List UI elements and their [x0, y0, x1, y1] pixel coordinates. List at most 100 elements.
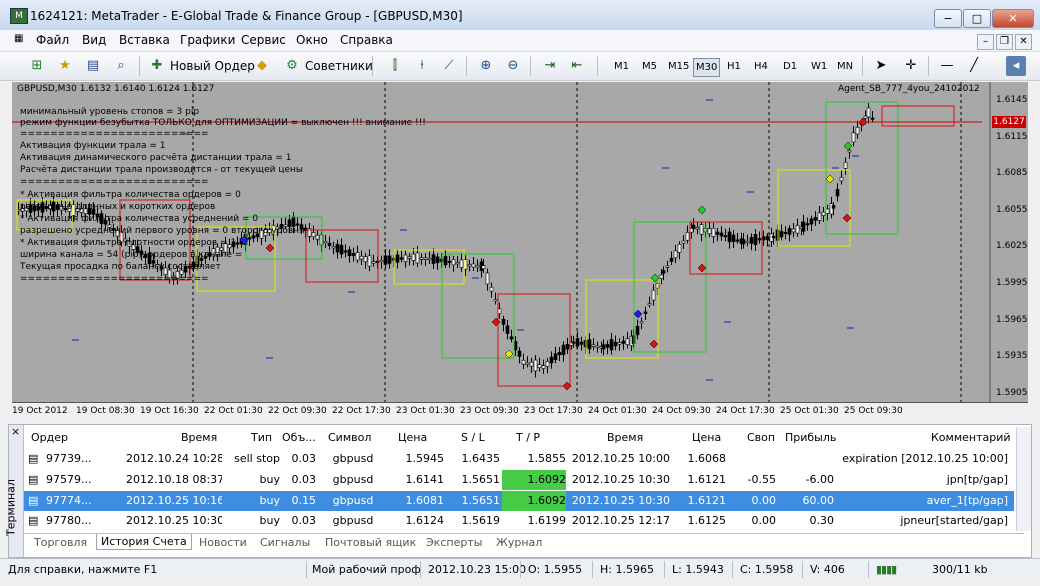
- candle-body: [565, 344, 570, 350]
- trendline-icon[interactable]: ╱: [964, 56, 984, 76]
- col-close-time[interactable]: Время: [607, 428, 643, 448]
- close-button[interactable]: ✕: [992, 9, 1034, 28]
- market-watch-icon[interactable]: ▤: [83, 56, 103, 76]
- candle-body: [363, 256, 368, 263]
- metatrader-app-icon: M: [10, 8, 28, 24]
- history-row-selected[interactable]: ▤ 97774... 2012.10.25 10:16 buy 0.15 gbp…: [24, 491, 1014, 511]
- horizontal-line-icon[interactable]: —: [937, 56, 957, 76]
- bar-chart-icon[interactable]: ⫿: [385, 56, 405, 76]
- candle-body: [355, 252, 360, 261]
- ea-comment-line: минимальный уровень стопов = 3 pip: [20, 107, 200, 117]
- alerts-icon[interactable]: ◂: [1006, 56, 1026, 76]
- order-cell: 97579...: [46, 473, 92, 486]
- expert-advisor-name: Agent_SB_777_4you_24102012: [838, 84, 980, 94]
- tab-mailbox[interactable]: Почтовый ящик: [325, 536, 416, 549]
- menu-window[interactable]: Окно: [296, 33, 328, 47]
- col-close-price[interactable]: Цена: [692, 428, 721, 448]
- candle-body: [783, 231, 788, 235]
- timeframe-mn[interactable]: MN: [835, 58, 855, 75]
- trade-arrow-marker: [265, 243, 275, 253]
- timeframe-m5[interactable]: M5: [640, 58, 659, 75]
- mdi-restore-button[interactable]: ❐: [996, 34, 1013, 50]
- col-tp[interactable]: T / P: [516, 428, 540, 448]
- line-chart-icon[interactable]: ⟋: [439, 56, 459, 76]
- tab-trade[interactable]: Торговля: [34, 536, 87, 549]
- history-row[interactable]: ▤ 97579... 2012.10.18 08:37 buy 0.03 gbp…: [24, 470, 1014, 490]
- terminal-scrollbar[interactable]: [1016, 427, 1031, 531]
- navigator-icon[interactable]: ⌕: [111, 56, 131, 76]
- col-comment[interactable]: Комментарий: [931, 428, 1011, 448]
- profit-cell: -6.00: [805, 473, 834, 486]
- terminal-close-button[interactable]: ×: [11, 425, 20, 438]
- maximize-button[interactable]: □: [963, 9, 991, 28]
- timeframe-d1[interactable]: D1: [781, 58, 799, 75]
- time-axis-label: 22 Oct 01:30: [204, 406, 263, 416]
- menu-file[interactable]: Файл: [36, 33, 69, 47]
- zoom-out-icon[interactable]: ⊖: [503, 56, 523, 76]
- status-low: L: 1.5943: [672, 563, 724, 576]
- menu-help[interactable]: Справка: [340, 33, 393, 47]
- time-axis-label: 22 Oct 09:30: [268, 406, 327, 416]
- candle-body: [351, 252, 356, 256]
- price-axis-label: 1.6115: [996, 132, 1028, 142]
- mdi-minimize-button[interactable]: –: [977, 34, 994, 50]
- timeframe-m30[interactable]: M30: [693, 58, 721, 77]
- menu-insert[interactable]: Вставка: [119, 33, 170, 47]
- chart-window-icon[interactable]: ▦: [14, 33, 23, 44]
- col-volume[interactable]: Объ...: [282, 428, 316, 448]
- metaeditor-icon[interactable]: ◆: [252, 56, 272, 76]
- document-icon: ▤: [28, 494, 39, 507]
- col-symbol[interactable]: Символ: [328, 428, 371, 448]
- autoscroll-icon[interactable]: ⇥: [540, 56, 560, 76]
- menu-tools[interactable]: Сервис: [241, 33, 286, 47]
- candle-body: [525, 362, 530, 365]
- col-sl[interactable]: S / L: [461, 428, 485, 448]
- zoom-in-icon[interactable]: ⊕: [476, 56, 496, 76]
- status-profile[interactable]: Мой рабочий проф: [312, 563, 421, 576]
- history-row[interactable]: ▤ 97780... 2012.10.25 10:30 buy 0.03 gbp…: [24, 511, 1014, 531]
- profiles-icon[interactable]: ★: [55, 56, 75, 76]
- candle-body: [549, 356, 554, 364]
- tab-journal[interactable]: Журнал: [496, 536, 542, 549]
- new-order-icon[interactable]: ✚: [147, 56, 167, 76]
- col-swap[interactable]: Своп: [747, 428, 775, 448]
- timeframe-h4[interactable]: H4: [752, 58, 770, 75]
- tab-signals[interactable]: Сигналы: [260, 536, 310, 549]
- tab-news[interactable]: Новости: [199, 536, 247, 549]
- type-cell: buy: [259, 494, 280, 507]
- cursor-icon[interactable]: ➤: [871, 56, 891, 76]
- new-order-button[interactable]: Новый Ордер: [170, 59, 255, 73]
- candle-body: [505, 325, 510, 334]
- timeframe-w1[interactable]: W1: [809, 58, 829, 75]
- col-order[interactable]: Ордер: [31, 428, 68, 448]
- menu-charts[interactable]: Графики: [180, 33, 235, 47]
- new-chart-icon[interactable]: ⊞: [27, 56, 47, 76]
- time-cell: 2012.10.18 08:37: [126, 473, 222, 486]
- timeframe-m1[interactable]: M1: [612, 58, 631, 75]
- timeframe-h1[interactable]: H1: [725, 58, 743, 75]
- tab-account-history[interactable]: История Счета: [96, 534, 192, 550]
- col-type[interactable]: Тип: [251, 428, 272, 448]
- candle-body: [625, 338, 630, 345]
- crosshair-icon[interactable]: ✛: [901, 56, 921, 76]
- expert-advisors-button[interactable]: Советники: [305, 59, 373, 73]
- ea-comment-line: Текущая просадка по балансу составляет: [20, 262, 221, 272]
- col-profit[interactable]: Прибыль: [785, 428, 836, 448]
- chart-shift-icon[interactable]: ⇤: [567, 56, 587, 76]
- time-axis-label: 25 Oct 01:30: [780, 406, 839, 416]
- mdi-close-button[interactable]: ✕: [1015, 34, 1032, 50]
- price-axis-label: 1.6055: [996, 205, 1028, 215]
- timeframe-m15[interactable]: M15: [666, 58, 691, 75]
- menu-view[interactable]: Вид: [82, 33, 106, 47]
- tab-experts[interactable]: Эксперты: [426, 536, 482, 549]
- price-chart[interactable]: GBPUSD,M30 1.6132 1.6140 1.6124 1.6127 A…: [12, 82, 1028, 420]
- candlestick-icon[interactable]: ⍿: [412, 56, 432, 76]
- candle-body: [459, 259, 464, 268]
- history-row[interactable]: ▤ 97739... 2012.10.24 10:28 sell stop 0.…: [24, 449, 1014, 469]
- minimize-button[interactable]: −: [934, 9, 962, 28]
- expert-advisors-icon[interactable]: ⚙: [282, 56, 302, 76]
- time-axis-label: 25 Oct 09:30: [844, 406, 903, 416]
- terminal-tabs: Торговля История Счета Новости Сигналы П…: [24, 533, 1024, 556]
- col-open-time[interactable]: Время: [181, 428, 217, 448]
- col-price[interactable]: Цена: [398, 428, 427, 448]
